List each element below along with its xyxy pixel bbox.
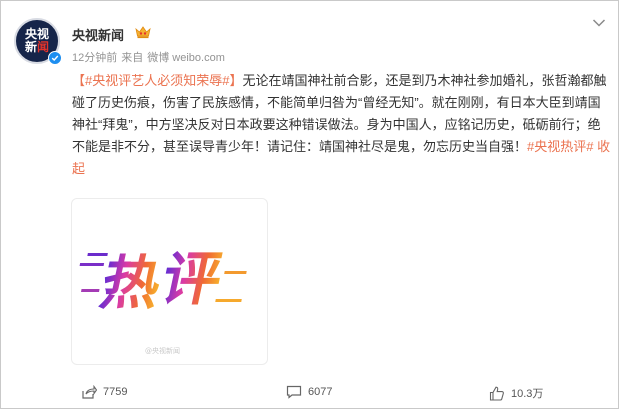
post-text: 【#央视评艺人必须知荣辱#】无论在靖国神社前合影，还是到乃木神社参加婚礼，张哲瀚… [72, 70, 612, 180]
hashtag-link[interactable]: 【#央视评艺人必须知荣辱#】 [72, 73, 242, 88]
share-count: 7759 [103, 386, 128, 398]
image-watermark: @央视新闻 [145, 347, 180, 355]
like-count: 10.3万 [511, 388, 544, 400]
avatar-text-line2: 新闻 [25, 41, 49, 54]
vip-crown-icon [135, 26, 151, 39]
post-image[interactable]: 热 评 @央视新闻 [71, 198, 268, 365]
action-bar: 7759 6077 10.3万 [1, 377, 619, 409]
hot-comment-logo: 热 评 [79, 246, 247, 317]
comment-icon [286, 385, 302, 399]
comment-button[interactable]: 6077 [286, 385, 332, 399]
source-prefix: 来自 [121, 52, 144, 64]
thumbs-up-icon [489, 386, 504, 401]
source-app[interactable]: 微博 weibo.com [147, 49, 225, 65]
post-meta: 12分钟前 来自 微博 weibo.com [72, 49, 225, 65]
share-icon [82, 385, 97, 399]
comment-count: 6077 [308, 386, 333, 398]
weibo-post-card: 央视 新闻 央视新闻 12分钟前 来自 微博 weibo.com 【#央视评艺人… [0, 0, 619, 409]
avatar[interactable]: 央视 新闻 [14, 18, 62, 65]
like-button[interactable]: 10.3万 [489, 385, 543, 401]
logo-char-ping: 评 [156, 246, 228, 313]
verified-icon [48, 51, 62, 65]
avatar-char-wen: 闻 [37, 40, 50, 54]
hashtag-link-2[interactable]: #央视热评# [527, 139, 593, 154]
avatar-char-xin: 新 [24, 40, 37, 54]
share-button[interactable]: 7759 [81, 385, 127, 399]
post-time[interactable]: 12分钟前 [72, 49, 117, 65]
chevron-down-icon[interactable] [592, 18, 606, 28]
author-name[interactable]: 央视新闻 [72, 25, 124, 44]
